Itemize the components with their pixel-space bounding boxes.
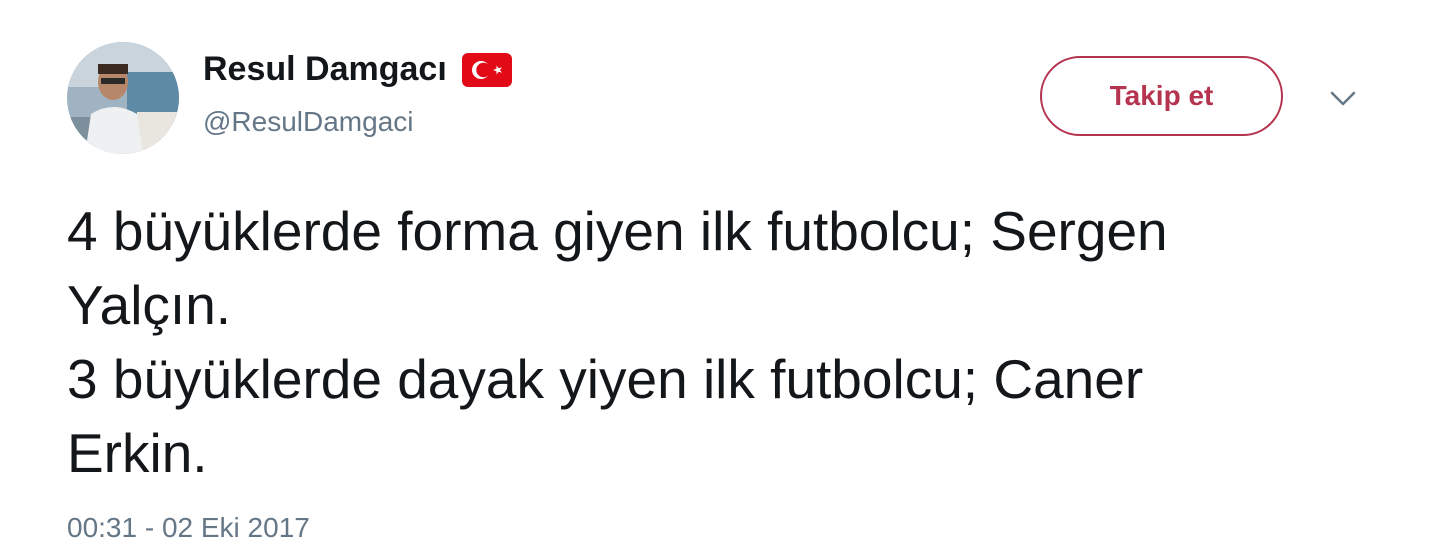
tweet-text: 4 büyüklerde forma giyen ilk futbolcu; S… [67, 194, 1387, 490]
tweet-text-line: 3 büyüklerde dayak yiyen ilk futbolcu; C… [67, 348, 1144, 410]
follow-button[interactable]: Takip et [1040, 56, 1283, 136]
display-name[interactable]: Resul Damgacı [203, 50, 512, 89]
tweet-text-line: Yalçın. [67, 274, 232, 336]
avatar-photo-icon [67, 42, 179, 154]
tweet-timestamp[interactable]: 00:31 - 02 Eki 2017 [67, 512, 310, 544]
user-handle[interactable]: @ResulDamgaci [203, 106, 414, 138]
tweet-card: Resul Damgacı @ResulDamgaci Takip et 4 b… [0, 0, 1429, 555]
tweet-text-line: Erkin. [67, 422, 208, 484]
turkey-flag-icon [461, 52, 512, 87]
display-name-text: Resul Damgacı [203, 50, 447, 88]
tweet-text-line: 4 büyüklerde forma giyen ilk futbolcu; S… [67, 200, 1168, 262]
chevron-down-icon[interactable] [1327, 86, 1359, 110]
user-avatar[interactable] [67, 42, 179, 154]
